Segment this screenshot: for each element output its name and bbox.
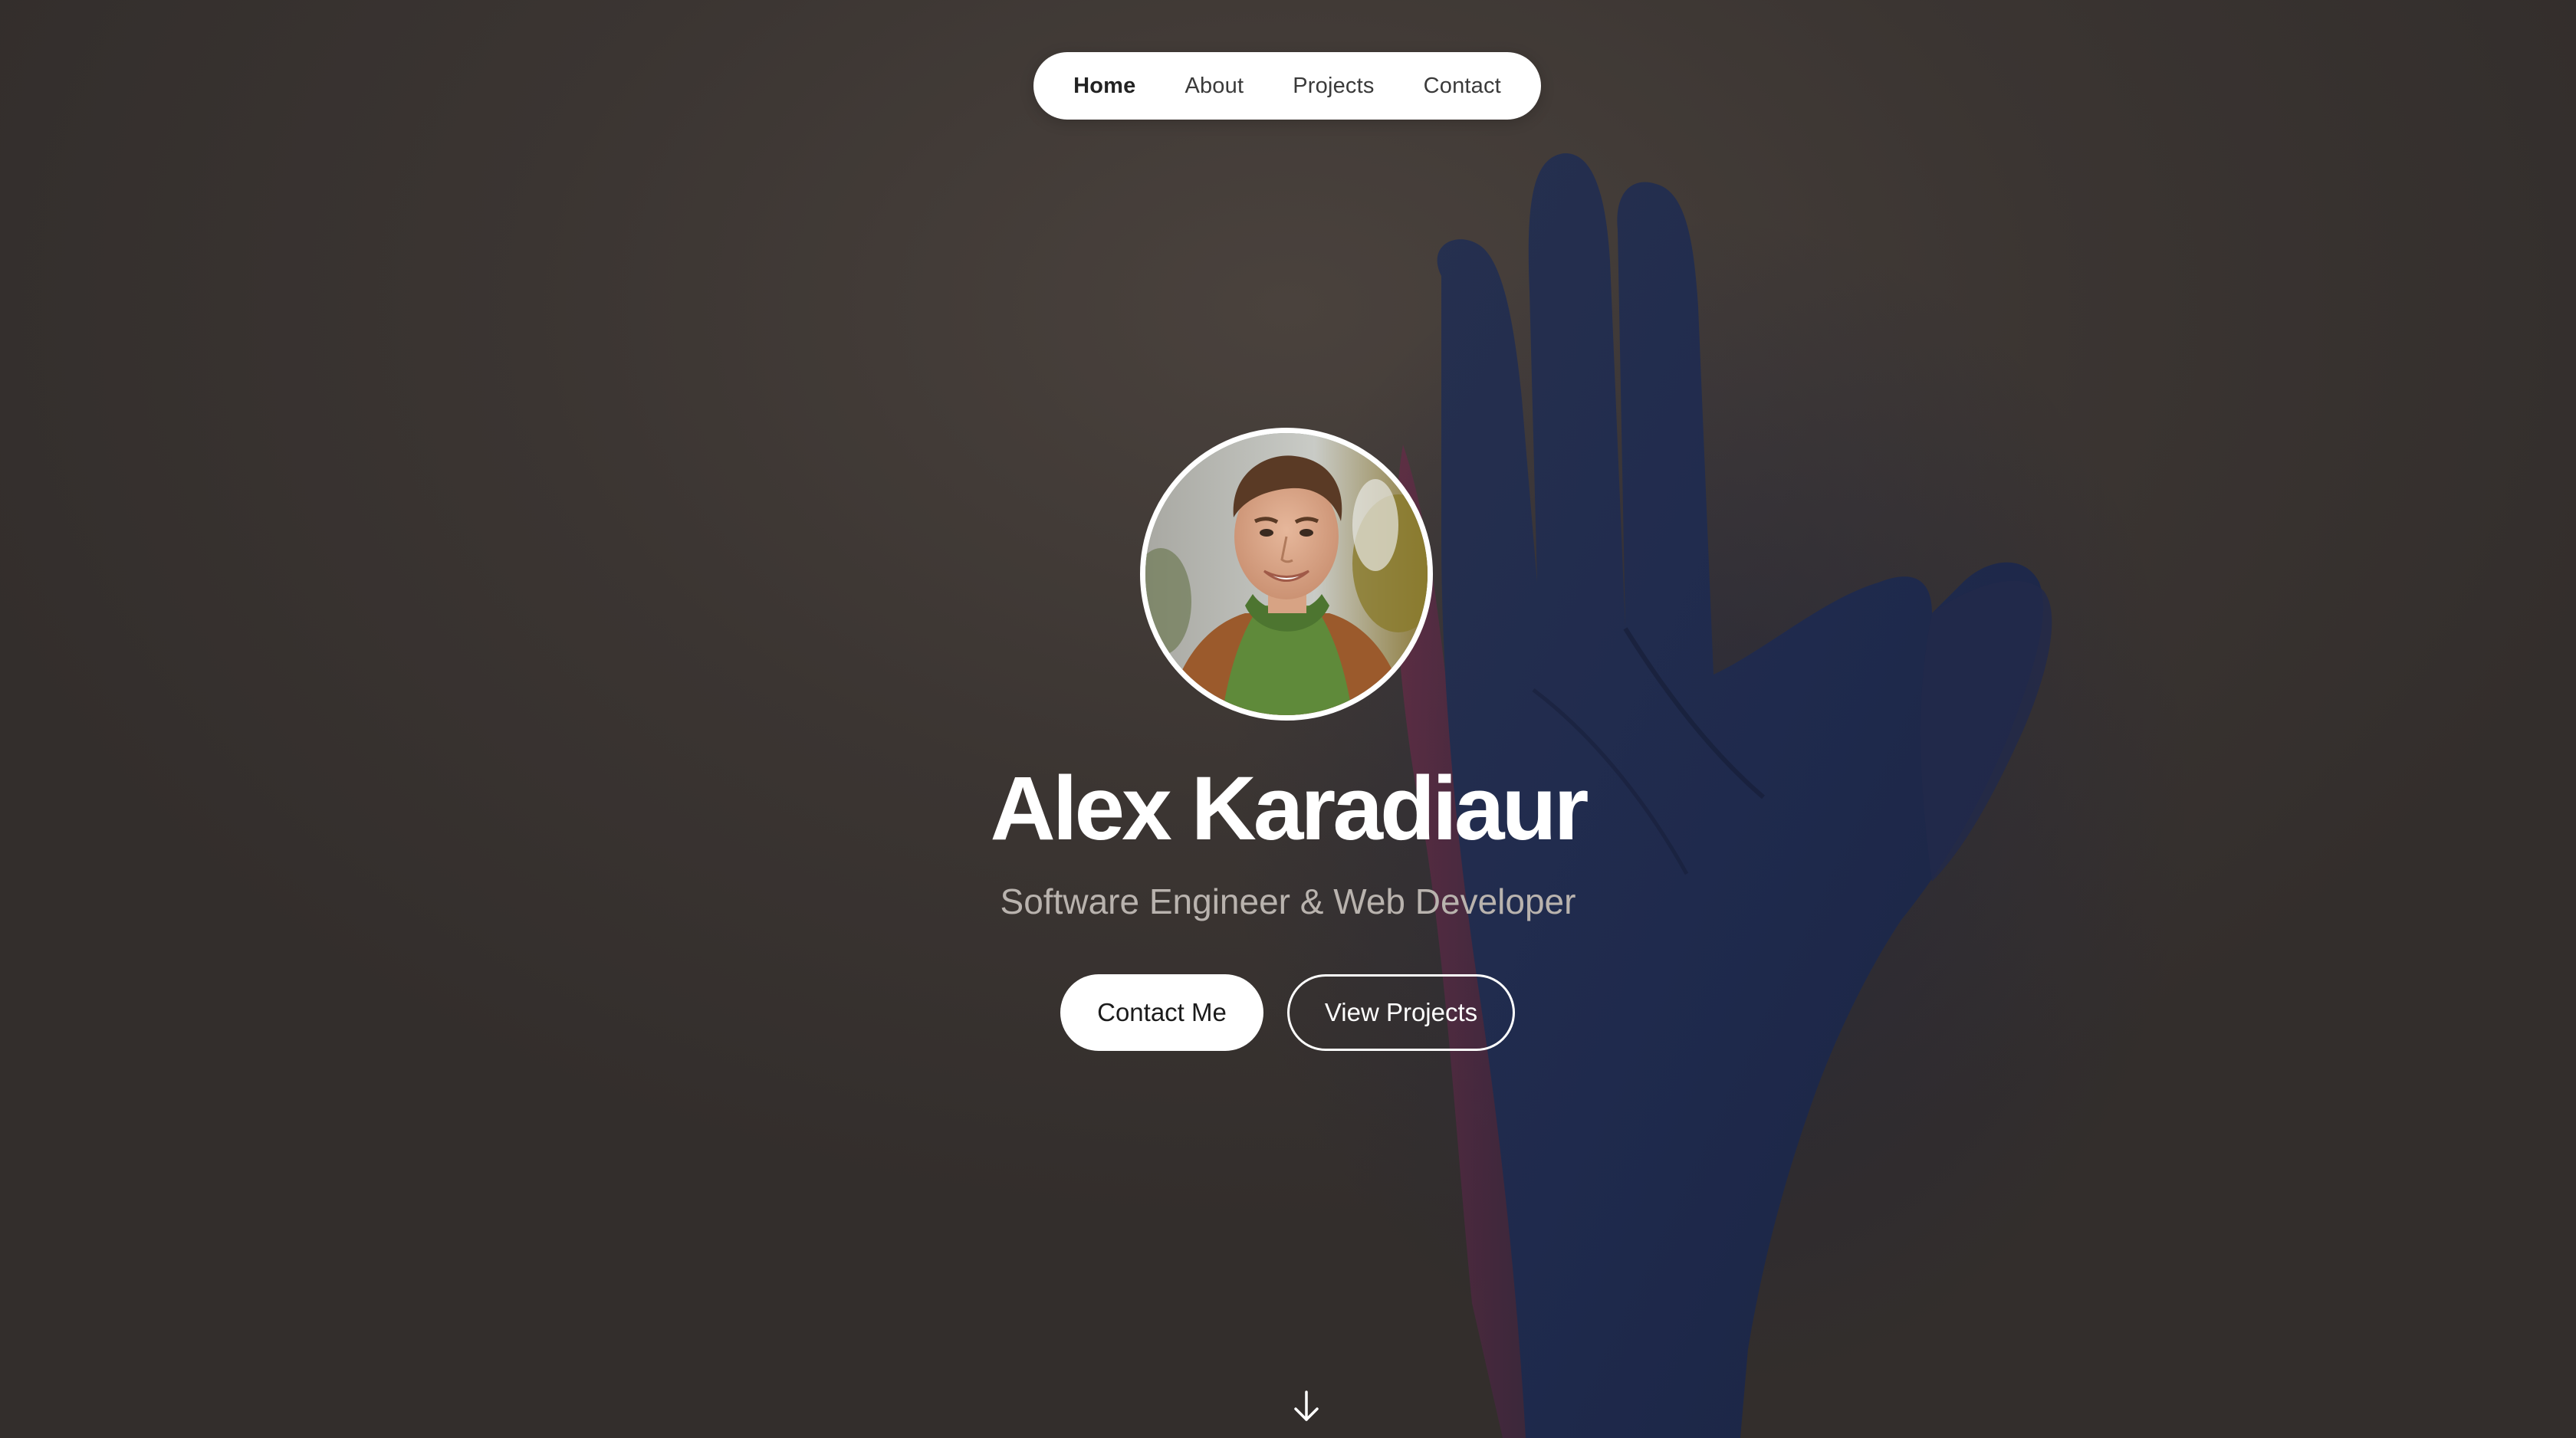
hero-section: Home About Projects Contact Alex Karadia… <box>0 0 2576 1438</box>
avatar <box>1140 428 1433 721</box>
profile-photo <box>1145 433 1428 715</box>
nav-item-home[interactable]: Home <box>1049 74 1160 99</box>
main-nav: Home About Projects Contact <box>1033 52 1541 120</box>
hero-name: Alex Karadiaur <box>990 758 1589 859</box>
hero-subtitle: Software Engineer & Web Developer <box>1000 882 1576 921</box>
nav-item-projects[interactable]: Projects <box>1268 74 1398 99</box>
nav-item-contact[interactable]: Contact <box>1399 74 1526 99</box>
contact-me-button[interactable]: Contact Me <box>1060 974 1263 1051</box>
arrow-down-icon[interactable] <box>1291 1389 1322 1424</box>
nav-item-about[interactable]: About <box>1160 74 1268 99</box>
view-projects-button[interactable]: View Projects <box>1287 974 1515 1051</box>
